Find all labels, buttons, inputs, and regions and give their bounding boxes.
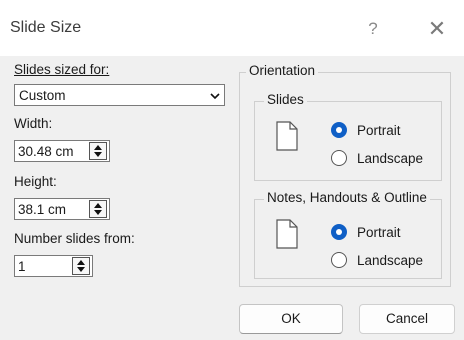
- height-field[interactable]: 38.1 cm: [14, 198, 110, 220]
- height-spinner[interactable]: [89, 200, 107, 218]
- notes-landscape-radio[interactable]: [331, 252, 347, 268]
- number-slides-from-value: 1: [18, 259, 26, 274]
- help-button[interactable]: ?: [358, 17, 388, 41]
- ok-button[interactable]: OK: [239, 304, 343, 334]
- width-field[interactable]: 30.48 cm: [14, 140, 110, 162]
- portrait-page-icon: [276, 121, 298, 151]
- cancel-button[interactable]: Cancel: [359, 304, 455, 334]
- orientation-title: Orientation: [246, 63, 319, 78]
- up-arrow-icon: [94, 203, 102, 208]
- notes-portrait-label: Portrait: [357, 225, 401, 240]
- slides-portrait-label: Portrait: [357, 123, 401, 138]
- number-slides-spinner[interactable]: [72, 257, 90, 275]
- notes-orientation-title: Notes, Handouts & Outline: [264, 190, 430, 205]
- chevron-down-icon: [210, 93, 220, 100]
- close-button[interactable]: ✕: [420, 15, 454, 43]
- notes-portrait-radio[interactable]: [331, 224, 347, 240]
- slides-sized-for-accesskey: Slides sized for:: [14, 62, 110, 77]
- portrait-page-icon: [276, 219, 298, 249]
- slides-sized-for-dropdown[interactable]: Custom: [14, 84, 225, 106]
- up-arrow-icon: [77, 260, 85, 265]
- notes-landscape-label: Landscape: [357, 253, 424, 268]
- height-label: Height:: [14, 174, 57, 189]
- width-value: 30.48 cm: [18, 144, 74, 159]
- slides-landscape-label: Landscape: [357, 151, 424, 166]
- down-arrow-icon: [77, 267, 85, 272]
- slides-landscape-radio[interactable]: [331, 150, 347, 166]
- up-arrow-icon: [94, 145, 102, 150]
- down-arrow-icon: [94, 210, 102, 215]
- height-value: 38.1 cm: [18, 202, 67, 217]
- slides-orientation-title: Slides: [264, 92, 307, 107]
- number-slides-from-label: Number slides from:: [14, 231, 135, 246]
- width-spinner[interactable]: [89, 142, 107, 160]
- slides-sized-for-label: Slides sized for:: [14, 62, 109, 77]
- title-bar: Slide Size ? ✕: [0, 0, 464, 56]
- slides-portrait-radio[interactable]: [331, 122, 347, 138]
- dialog-title: Slide Size: [10, 19, 82, 36]
- width-label: Width:: [14, 116, 53, 131]
- number-slides-from-field[interactable]: 1: [14, 255, 93, 277]
- slides-sized-for-value: Custom: [19, 88, 66, 103]
- down-arrow-icon: [94, 152, 102, 157]
